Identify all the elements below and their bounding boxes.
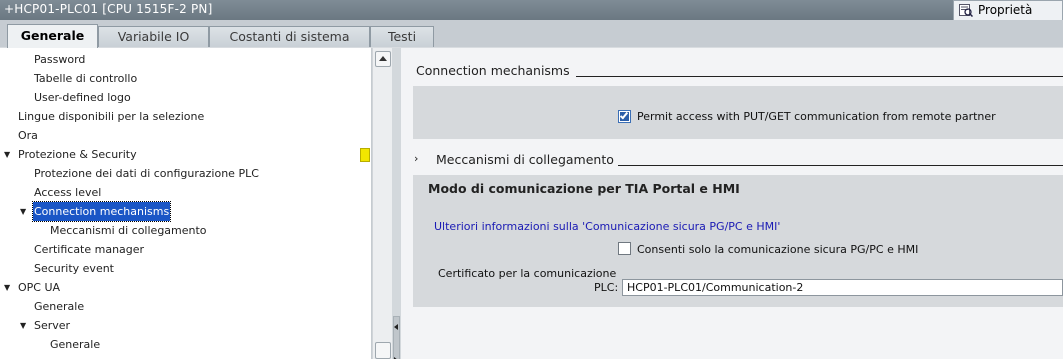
- expand-caret-icon[interactable]: ›: [414, 152, 418, 165]
- put-get-panel: Permit access with PUT/GET communication…: [413, 86, 1063, 139]
- tree-item-label: Connection mechanisms: [31, 201, 172, 222]
- properties-icon: [959, 4, 973, 17]
- tree-item-user-defined-logo[interactable]: User-defined logo: [0, 88, 372, 107]
- tab-strip: Generale Variabile IO Costanti di sistem…: [0, 20, 1063, 48]
- expanded-caret-icon[interactable]: ▼: [20, 316, 30, 335]
- put-get-checkbox[interactable]: [618, 110, 631, 123]
- tree-item-ora[interactable]: Ora: [0, 126, 372, 145]
- title-bar: +HCP01-PLC01 [CPU 1515F-2 PN]: [0, 0, 1063, 20]
- section-title-connection-mechanisms: Connection mechanisms: [416, 63, 570, 78]
- tree-item-label: Password: [34, 53, 86, 66]
- section-divider: [576, 76, 1063, 77]
- tree-item-label: Tabelle di controllo: [34, 72, 138, 85]
- scrollbar-thumb[interactable]: [375, 342, 391, 359]
- section-title-meccanismi: Meccanismi di collegamento: [436, 152, 614, 167]
- tree-item-label: Server: [34, 319, 71, 332]
- tab-testi[interactable]: Testi: [370, 26, 434, 47]
- tree-item-label: Generale: [50, 338, 101, 351]
- collapse-left-arrow-icon[interactable]: [394, 324, 398, 330]
- tree-item-certificate-manager[interactable]: Certificate manager: [0, 240, 372, 259]
- tree-item-server[interactable]: ▼ Server: [0, 316, 372, 335]
- tree-item-opc-ua[interactable]: ▼ OPC UA: [0, 278, 372, 297]
- navigation-tree: Password Tabelle di controllo User-defin…: [0, 48, 372, 359]
- tree-item-label: Access level: [34, 186, 102, 199]
- certificate-label: Certificato per la comunicazione: [438, 267, 617, 280]
- tree-item-label: Security event: [34, 262, 114, 275]
- window-title: +HCP01-PLC01 [CPU 1515F-2 PN]: [4, 2, 213, 16]
- section-divider: [618, 165, 1063, 166]
- tree-item-lingue-disponibili[interactable]: Lingue disponibili per la selezione: [0, 107, 372, 126]
- tree-scrollbar[interactable]: [372, 48, 392, 359]
- tree-item-meccanismi-di-collegamento[interactable]: Meccanismi di collegamento: [0, 221, 372, 240]
- tree-item-access-level[interactable]: Access level: [0, 183, 372, 202]
- tree-item-server-generale[interactable]: Generale: [0, 335, 372, 354]
- tree-item-opc-ua-generale[interactable]: Generale: [0, 297, 372, 316]
- expanded-caret-icon[interactable]: ▼: [4, 145, 14, 164]
- tab-costanti-di-sistema[interactable]: Costanti di sistema: [209, 26, 370, 47]
- properties-label: Proprietà: [978, 3, 1033, 17]
- secure-communication-checkbox[interactable]: [618, 242, 631, 255]
- tree-item-password[interactable]: Password: [0, 50, 372, 69]
- tree-item-label: User-defined logo: [34, 91, 131, 104]
- tree-item-label: OPC UA: [18, 281, 61, 294]
- properties-content: Connection mechanisms Permit access with…: [401, 48, 1063, 359]
- tab-generale[interactable]: Generale: [7, 24, 98, 48]
- tree-item-label: Protezione dei dati di configurazione PL…: [34, 167, 259, 180]
- put-get-checkbox-label: Permit access with PUT/GET communication…: [637, 110, 996, 123]
- splitter-grip[interactable]: [393, 316, 400, 359]
- tree-item-protezione-dati[interactable]: Protezione dei dati di configurazione PL…: [0, 164, 372, 183]
- tree-item-label: Meccanismi di collegamento: [50, 224, 207, 237]
- certificate-field[interactable]: HCP01-PLC01/Communication-2: [622, 279, 1063, 296]
- tree-item-protezione-security[interactable]: ▼ Protezione & Security: [0, 145, 372, 164]
- tree-item-tabelle-di-controllo[interactable]: Tabelle di controllo: [0, 69, 372, 88]
- tree-item-security-event[interactable]: Security event: [0, 259, 372, 278]
- tree-item-label: Lingue disponibili per la selezione: [18, 110, 205, 123]
- tree-item-label: Certificate manager: [34, 243, 145, 256]
- communication-mode-title: Modo di comunicazione per TIA Portal e H…: [428, 181, 740, 196]
- tree-item-label: Protezione & Security: [18, 148, 137, 161]
- expanded-caret-icon[interactable]: ▼: [20, 202, 30, 221]
- scroll-position-marker: [360, 148, 370, 162]
- scroll-up-arrow-icon[interactable]: [375, 51, 391, 67]
- tab-variabile-io[interactable]: Variabile IO: [98, 26, 209, 47]
- expanded-caret-icon[interactable]: ▼: [4, 278, 14, 297]
- certificate-label-plc: PLC:: [594, 281, 619, 294]
- tree-item-label: Generale: [34, 300, 85, 313]
- secure-communication-info-link[interactable]: Ulteriori informazioni sulla 'Comunicazi…: [434, 220, 780, 233]
- tree-item-connection-mechanisms[interactable]: ▼ Connection mechanisms: [0, 201, 372, 222]
- properties-tab[interactable]: Proprietà: [953, 0, 1063, 21]
- tree-item-label: Ora: [18, 129, 38, 142]
- panel-splitter[interactable]: [392, 48, 401, 359]
- communication-mode-panel: Modo di comunicazione per TIA Portal e H…: [413, 175, 1063, 307]
- secure-communication-checkbox-label: Consenti solo la comunicazione sicura PG…: [637, 243, 919, 256]
